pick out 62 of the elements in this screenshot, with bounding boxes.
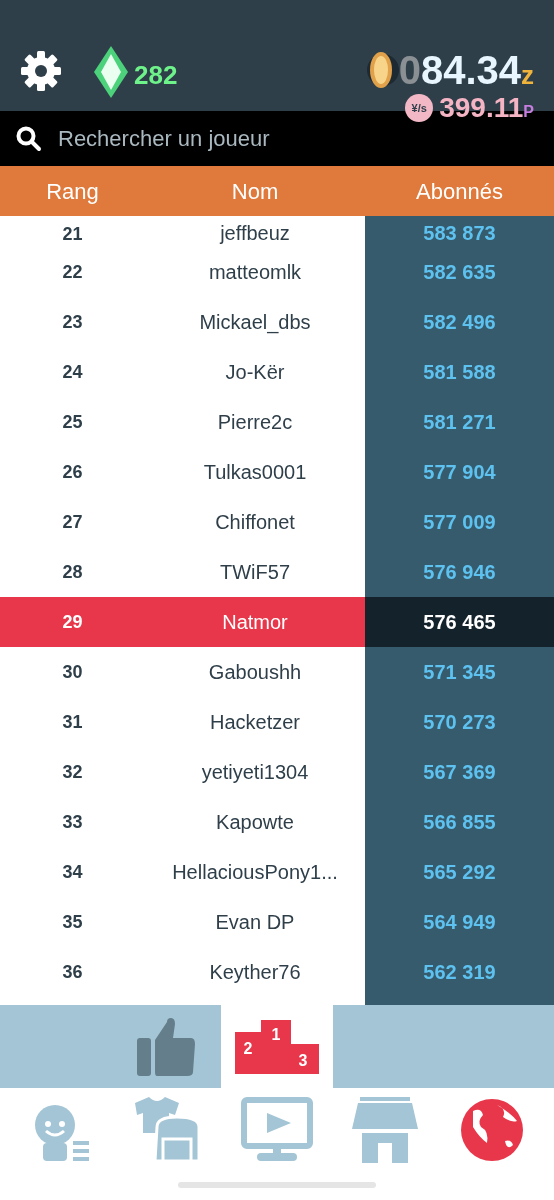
player-name[interactable]: matteomlk: [208, 262, 302, 282]
rank-cell: 29: [62, 613, 83, 631]
shop-icon: [351, 1097, 418, 1163]
followers-cell: 565 292: [423, 862, 496, 882]
rank-cell: 24: [62, 363, 83, 381]
gem-icon: [94, 46, 128, 98]
followers-cell: 577 009: [423, 512, 496, 532]
followers-cell: 576 465: [423, 612, 496, 632]
search-icon: [16, 125, 42, 152]
followers-cell: 570 273: [423, 712, 496, 732]
player-name[interactable]: Mickael_dbs: [199, 312, 311, 332]
player-name[interactable]: Evan DP: [215, 912, 295, 932]
rank-cell: 26: [62, 463, 83, 481]
followers-cell: 583 873: [423, 223, 496, 243]
followers-cell: 577 904: [423, 462, 496, 482]
rank-cell: 34: [62, 863, 83, 881]
rank-cell: 28: [62, 563, 83, 581]
player-name[interactable]: jeffbeuz: [220, 223, 290, 243]
player-name[interactable]: Pierre2c: [217, 412, 293, 432]
likes-tab[interactable]: [0, 1005, 221, 1088]
search-field[interactable]: Rechercher un joueur: [58, 122, 478, 155]
player-name[interactable]: Tulkas0001: [203, 462, 307, 482]
followers-cell: 576 946: [423, 562, 496, 582]
followers-cell: 567 369: [423, 762, 496, 782]
rank-cell: 35: [62, 913, 83, 931]
monitor-play-icon: [241, 1097, 313, 1163]
followers-cell: 582 496: [423, 312, 496, 332]
rank-cell: 33: [62, 813, 83, 831]
rank-cell: 30: [62, 663, 83, 681]
thumbs-up-icon: [137, 1017, 195, 1076]
rank-cell: 32: [62, 763, 83, 781]
rate-icon: ¥/s: [405, 94, 434, 122]
player-name[interactable]: yetiyeti1304: [201, 762, 309, 782]
rank-cell: 25: [62, 413, 83, 431]
followers-cell: 582 635: [423, 262, 496, 282]
blank-tab[interactable]: [333, 1005, 554, 1088]
rank-cell: 23: [62, 313, 83, 331]
rank-cell: 22: [62, 263, 83, 281]
rank-cell: 31: [62, 713, 83, 731]
player-name[interactable]: Hacketzer: [210, 712, 300, 732]
coin-balance: 084.34z: [398, 50, 534, 90]
gem-count: 282: [134, 59, 178, 92]
followers-cell: 564 949: [423, 912, 496, 932]
rank-cell: 27: [62, 513, 83, 531]
player-name[interactable]: HellaciousPony1...: [172, 862, 338, 882]
player-name[interactable]: Gaboushh: [208, 662, 302, 682]
player-name[interactable]: Chiffonet: [215, 512, 295, 532]
podium-icon: 2 1 3: [235, 1019, 319, 1074]
player-name[interactable]: Kapowte: [216, 812, 294, 832]
player-name[interactable]: Keyther76: [209, 962, 301, 982]
followers-cell: 581 271: [423, 412, 496, 432]
globe-icon: [459, 1097, 526, 1163]
followers-cell: 562 319: [423, 962, 496, 982]
settings-icon[interactable]: [20, 50, 62, 92]
rank-cell: 21: [62, 225, 83, 243]
followers-cell: 581 588: [423, 362, 496, 382]
rank-cell: 36: [62, 963, 83, 981]
followers-cell: 571 345: [423, 662, 496, 682]
player-name[interactable]: Natmor: [222, 612, 288, 632]
followers-cell: 566 855: [423, 812, 496, 832]
player-name[interactable]: TWiF57: [220, 562, 290, 582]
player-name[interactable]: Jo-Kër: [225, 362, 285, 382]
